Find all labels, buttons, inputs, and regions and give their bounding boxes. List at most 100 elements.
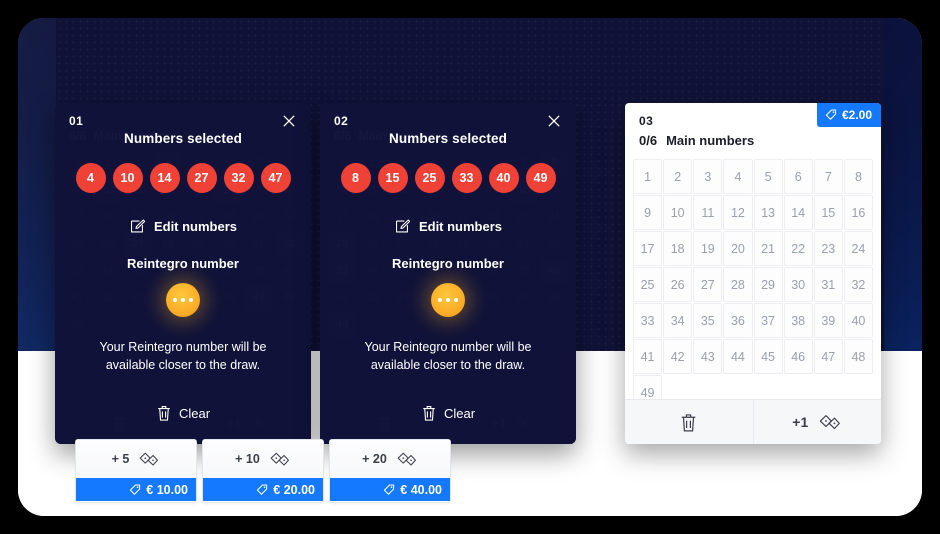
number-cell[interactable]: 45 bbox=[753, 339, 783, 374]
promo-5-top: + 5 bbox=[76, 440, 196, 478]
promo-10-quantity: + 10 bbox=[235, 452, 260, 466]
number-cell[interactable]: 40 bbox=[843, 303, 873, 338]
number-cell[interactable]: 18 bbox=[663, 231, 693, 266]
ticket-01-spacer bbox=[55, 374, 311, 404]
number-cell[interactable]: 7 bbox=[813, 159, 843, 194]
ticket-02-edit-numbers-button[interactable]: Edit numbers bbox=[320, 218, 576, 235]
promo-20-price: € 40.00 bbox=[400, 482, 442, 497]
price-tag-icon bbox=[129, 484, 141, 496]
dice-icon bbox=[137, 450, 160, 469]
dice-icon bbox=[268, 450, 291, 469]
number-cell[interactable]: 44 bbox=[723, 339, 753, 374]
number-cell[interactable]: 32 bbox=[843, 267, 873, 302]
number-cell[interactable]: 20 bbox=[723, 231, 753, 266]
number-cell[interactable]: 29 bbox=[753, 267, 783, 302]
ticket-03-price-badge: €2.00 bbox=[816, 103, 881, 127]
selected-ball: 27 bbox=[186, 163, 217, 193]
promo-20-quantity: + 20 bbox=[362, 452, 387, 466]
ticket-01-overlay: 01 Numbers selected 4 10 14 27 32 47 Edi… bbox=[55, 103, 311, 444]
number-cell[interactable]: 21 bbox=[753, 231, 783, 266]
ticket-01-clear-button[interactable]: Clear bbox=[55, 404, 311, 444]
number-cell[interactable]: 33 bbox=[633, 303, 663, 338]
number-cell[interactable]: 27 bbox=[693, 267, 723, 302]
close-icon[interactable] bbox=[544, 111, 564, 131]
close-icon[interactable] bbox=[279, 111, 299, 131]
ticket-03-subtitle: 0/6 Main numbers bbox=[639, 133, 867, 148]
number-cell[interactable]: 15 bbox=[813, 195, 843, 230]
ticket-02-selected-balls: 8 15 25 33 40 49 bbox=[320, 163, 576, 193]
dice-icon bbox=[395, 450, 418, 469]
number-cell[interactable]: 37 bbox=[753, 303, 783, 338]
number-cell[interactable]: 9 bbox=[633, 195, 663, 230]
ticket-03-price: €2.00 bbox=[841, 108, 872, 122]
screenshot-root: 01 6/6 Main numbers 12345678910111213141… bbox=[0, 0, 940, 534]
ticket-card-03[interactable]: €2.00 03 0/6 Main numbers 1 2 3 4 5 6 7 8 9 10 11 12… bbox=[625, 103, 881, 444]
ticket-card-02[interactable]: 02 6/6 Main numbers 12345678910111213141… bbox=[320, 103, 576, 444]
number-cell[interactable]: 41 bbox=[633, 339, 663, 374]
ticket-02-clear-label: Clear bbox=[443, 405, 476, 421]
number-cell[interactable]: 14 bbox=[783, 195, 813, 230]
ticket-02-index: 02 bbox=[334, 114, 349, 128]
promo-card-20[interactable]: + 20 € 40.00 bbox=[329, 439, 451, 503]
price-tag-icon bbox=[383, 484, 395, 496]
number-cell[interactable]: 35 bbox=[693, 303, 723, 338]
number-grid[interactable]: 1 2 3 4 5 6 7 8 9 10 11 12 13 14 15 16 17 18 19 20 21 22 23 24 2… bbox=[625, 159, 881, 410]
promo-card-10[interactable]: + 10 € 20.00 bbox=[202, 439, 324, 503]
number-cell[interactable]: 47 bbox=[813, 339, 843, 374]
number-cell[interactable]: 46 bbox=[783, 339, 813, 374]
number-cell[interactable]: 6 bbox=[783, 159, 813, 194]
number-cell[interactable]: 39 bbox=[813, 303, 843, 338]
dice-icon bbox=[817, 412, 842, 433]
number-cell[interactable]: 34 bbox=[663, 303, 693, 338]
selected-ball: 8 bbox=[340, 163, 371, 193]
promo-card-5[interactable]: + 5 € 10.00 bbox=[75, 439, 197, 503]
number-cell[interactable]: 26 bbox=[663, 267, 693, 302]
number-cell[interactable]: 19 bbox=[693, 231, 723, 266]
promo-10-top: + 10 bbox=[203, 440, 323, 478]
number-cell[interactable]: 28 bbox=[723, 267, 753, 302]
number-cell[interactable]: 13 bbox=[753, 195, 783, 230]
number-cell[interactable]: 38 bbox=[783, 303, 813, 338]
number-cell[interactable]: 36 bbox=[723, 303, 753, 338]
ticket-01-edit-numbers-button[interactable]: Edit numbers bbox=[55, 218, 311, 235]
selected-ball: 33 bbox=[451, 163, 482, 193]
number-cell[interactable]: 48 bbox=[843, 339, 873, 374]
ticket-03-add-line-button[interactable]: +1 bbox=[752, 400, 882, 444]
promo-20-top: + 20 bbox=[330, 440, 450, 478]
number-cell[interactable]: 8 bbox=[843, 159, 873, 194]
ticket-03-clear-button[interactable] bbox=[625, 400, 753, 444]
ticket-01-index: 01 bbox=[69, 114, 84, 128]
promo-5-price: € 10.00 bbox=[146, 482, 188, 497]
number-cell[interactable]: 4 bbox=[723, 159, 753, 194]
number-cell[interactable]: 43 bbox=[693, 339, 723, 374]
selected-ball: 25 bbox=[414, 163, 445, 193]
selected-ball: 40 bbox=[488, 163, 519, 193]
number-cell[interactable]: 24 bbox=[843, 231, 873, 266]
number-cell[interactable]: 23 bbox=[813, 231, 843, 266]
number-cell[interactable]: 17 bbox=[633, 231, 663, 266]
number-cell[interactable]: 10 bbox=[663, 195, 693, 230]
number-cell[interactable]: 42 bbox=[663, 339, 693, 374]
ticket-01-clear-label: Clear bbox=[178, 405, 211, 421]
selected-ball: 10 bbox=[112, 163, 143, 193]
app-frame: 01 6/6 Main numbers 12345678910111213141… bbox=[18, 18, 922, 516]
ticket-02-clear-button[interactable]: Clear bbox=[320, 404, 576, 444]
number-cell[interactable]: 22 bbox=[783, 231, 813, 266]
promo-10-price-bar: € 20.00 bbox=[203, 478, 323, 501]
number-cell[interactable]: 25 bbox=[633, 267, 663, 302]
ticket-card-01[interactable]: 01 6/6 Main numbers 12345678910111213141… bbox=[55, 103, 311, 444]
number-cell[interactable]: 16 bbox=[843, 195, 873, 230]
ticket-03-add-label: +1 bbox=[792, 414, 809, 430]
number-cell[interactable]: 30 bbox=[783, 267, 813, 302]
number-cell[interactable]: 12 bbox=[723, 195, 753, 230]
number-cell[interactable]: 3 bbox=[693, 159, 723, 194]
number-cell[interactable]: 2 bbox=[663, 159, 693, 194]
number-cell[interactable]: 11 bbox=[693, 195, 723, 230]
number-cell[interactable]: 31 bbox=[813, 267, 843, 302]
ticket-01-note: Your Reintegro number will be available … bbox=[99, 340, 267, 373]
number-cell[interactable]: 5 bbox=[753, 159, 783, 194]
ticket-01-topbar: 01 bbox=[55, 103, 311, 137]
number-cell[interactable]: 1 bbox=[633, 159, 663, 194]
ticket-03-count: 0/6 bbox=[639, 133, 658, 148]
ticket-02-reintegro-label: Reintegro number bbox=[392, 256, 504, 271]
